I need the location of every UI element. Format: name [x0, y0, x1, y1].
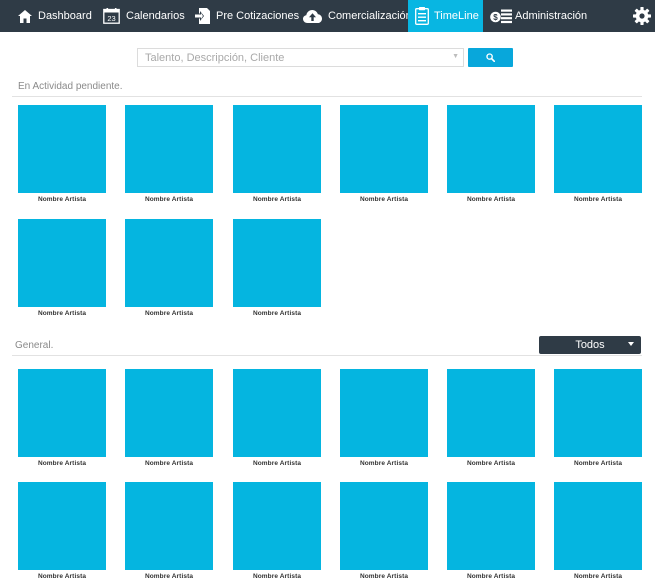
calendar-badge: 23 [107, 14, 115, 23]
nav-label-calendarios: Calendarios [126, 10, 185, 22]
artist-name: Nombre Artista [573, 573, 623, 580]
section-title-pending: En Actividad pendiente. [18, 81, 123, 92]
artist-card[interactable]: Nombre Artista [447, 369, 535, 467]
nav-item-dashboard[interactable]: Dashboard [18, 0, 92, 32]
nav-item-calendarios[interactable]: 23 Calendarios [103, 0, 185, 32]
top-navbar: Dashboard 23 Calendarios Pre Cotizacione… [0, 0, 655, 32]
artist-name: Nombre Artista [144, 573, 194, 580]
artist-name: Nombre Artista [37, 573, 87, 580]
artist-card[interactable]: Nombre Artista [125, 369, 213, 467]
artist-name: Nombre Artista [359, 196, 409, 203]
artist-thumbnail [18, 482, 106, 570]
nav-label-administracion: Administración [515, 10, 588, 22]
artist-card[interactable]: Nombre Artista [340, 369, 428, 467]
artist-card[interactable]: Nombre Artista [340, 482, 428, 580]
artist-card[interactable]: Nombre Artista [554, 105, 642, 203]
search-box: ▼ [137, 48, 464, 67]
artist-name: Nombre Artista [573, 196, 623, 203]
artist-card[interactable]: Nombre Artista [447, 105, 535, 203]
nav-label-pre-cotizaciones: Pre Cotizaciones [216, 10, 300, 22]
artist-thumbnail [554, 105, 642, 193]
artist-thumbnail [125, 482, 213, 570]
artist-card[interactable]: Nombre Artista [233, 369, 321, 467]
artist-thumbnail [18, 369, 106, 457]
document-arrow-icon [194, 8, 210, 24]
nav-item-pre-cotizaciones[interactable]: Pre Cotizaciones [194, 0, 299, 32]
artist-thumbnail [447, 482, 535, 570]
artist-card[interactable]: Nombre Artista [125, 105, 213, 203]
artist-card[interactable]: Nombre Artista [447, 482, 535, 580]
artist-card[interactable]: Nombre Artista [18, 482, 106, 580]
home-icon [18, 9, 32, 23]
artist-name: Nombre Artista [466, 573, 516, 580]
nav-label-timeline: TimeLine [434, 10, 479, 22]
caret-down-icon [628, 342, 634, 346]
money-list-icon: $ [490, 9, 512, 24]
artist-card[interactable]: Nombre Artista [233, 105, 321, 203]
artist-thumbnail [447, 369, 535, 457]
artist-name: Nombre Artista [144, 310, 194, 317]
artist-name: Nombre Artista [144, 460, 194, 467]
chevron-down-icon[interactable]: ▼ [452, 53, 459, 60]
nav-item-comercializacion[interactable]: Comercialización [303, 0, 412, 32]
artist-thumbnail [554, 482, 642, 570]
artist-name: Nombre Artista [37, 460, 87, 467]
artist-thumbnail [233, 219, 321, 307]
artist-name: Nombre Artista [144, 196, 194, 203]
search-input[interactable] [138, 49, 463, 66]
nav-label-comercializacion: Comercialización [328, 10, 412, 22]
artist-thumbnail [125, 105, 213, 193]
gear-icon[interactable] [631, 5, 653, 27]
artist-name: Nombre Artista [37, 310, 87, 317]
artist-thumbnail [18, 219, 106, 307]
artist-name: Nombre Artista [466, 460, 516, 467]
artist-thumbnail [18, 105, 106, 193]
artist-card[interactable]: Nombre Artista [18, 219, 106, 317]
artist-card[interactable]: Nombre Artista [340, 105, 428, 203]
filter-selected-value: Todos [575, 339, 605, 351]
artist-name: Nombre Artista [252, 196, 302, 203]
artist-card[interactable]: Nombre Artista [125, 219, 213, 317]
artist-name: Nombre Artista [573, 460, 623, 467]
artist-name: Nombre Artista [252, 573, 302, 580]
artist-thumbnail [340, 369, 428, 457]
artist-name: Nombre Artista [252, 460, 302, 467]
artist-thumbnail [554, 369, 642, 457]
artist-name: Nombre Artista [359, 573, 409, 580]
divider [12, 355, 642, 356]
artist-thumbnail [233, 482, 321, 570]
artist-name: Nombre Artista [359, 460, 409, 467]
artist-card[interactable]: Nombre Artista [554, 369, 642, 467]
search-button[interactable] [468, 48, 513, 67]
artist-thumbnail [340, 105, 428, 193]
artist-card[interactable]: Nombre Artista [233, 482, 321, 580]
calendar-icon: 23 [103, 8, 120, 24]
divider [12, 96, 642, 97]
artist-card[interactable]: Nombre Artista [233, 219, 321, 317]
artist-thumbnail [233, 369, 321, 457]
artist-name: Nombre Artista [252, 310, 302, 317]
svg-text:$: $ [493, 13, 498, 22]
nav-item-timeline[interactable]: TimeLine [408, 0, 483, 32]
artist-thumbnail [340, 482, 428, 570]
nav-item-administracion[interactable]: $ Administración [490, 0, 590, 32]
cloud-upload-icon [303, 9, 322, 23]
artist-name: Nombre Artista [466, 196, 516, 203]
artist-card[interactable]: Nombre Artista [18, 105, 106, 203]
artist-thumbnail [125, 219, 213, 307]
artist-name: Nombre Artista [37, 196, 87, 203]
section-title-general: General. [15, 340, 54, 351]
artist-card[interactable]: Nombre Artista [554, 482, 642, 580]
search-icon [486, 53, 495, 62]
artist-thumbnail [125, 369, 213, 457]
artist-card[interactable]: Nombre Artista [125, 482, 213, 580]
artist-thumbnail [233, 105, 321, 193]
artist-thumbnail [447, 105, 535, 193]
clipboard-icon [415, 7, 429, 25]
filter-dropdown[interactable]: Todos [539, 336, 641, 354]
artist-card[interactable]: Nombre Artista [18, 369, 106, 467]
nav-label-dashboard: Dashboard [38, 10, 92, 22]
